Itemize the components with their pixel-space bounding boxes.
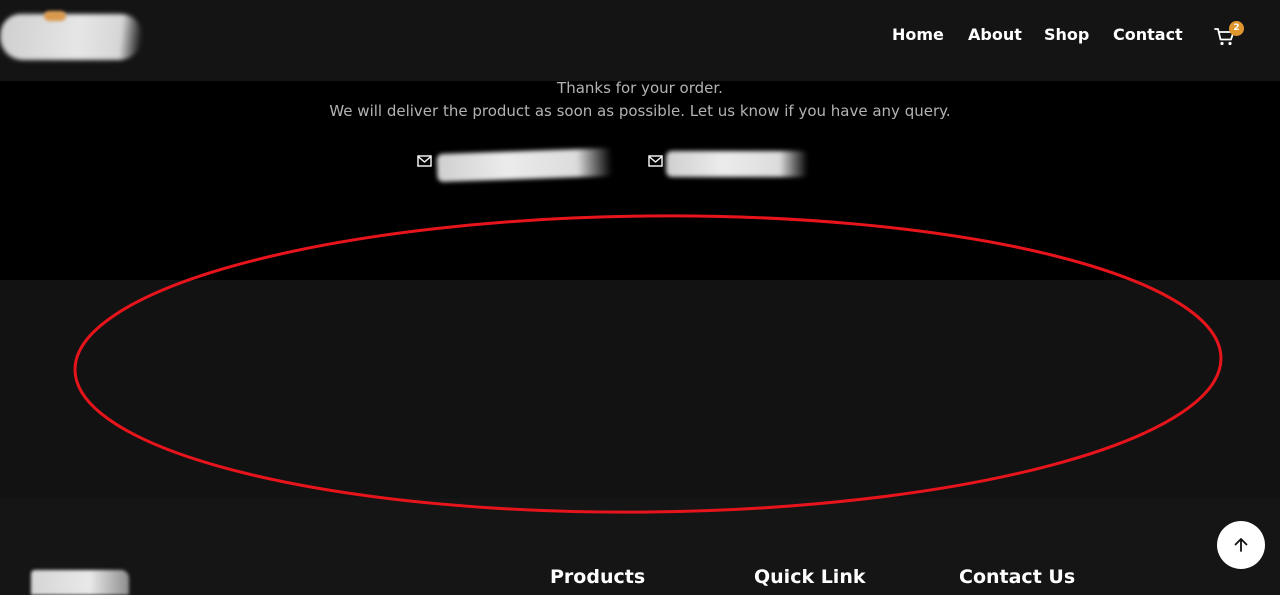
nav-shop-link[interactable]: Shop bbox=[1044, 24, 1089, 46]
contact-email-item[interactable] bbox=[648, 151, 813, 179]
footer-heading-contact-us: Contact Us bbox=[959, 566, 1076, 588]
mail-icon bbox=[417, 155, 432, 167]
footer-heading-products: Products bbox=[550, 566, 646, 588]
scroll-to-top-button[interactable] bbox=[1217, 521, 1265, 569]
redacted-email bbox=[436, 147, 613, 183]
nav-home-link[interactable]: Home bbox=[892, 24, 944, 46]
redacted-email bbox=[666, 151, 808, 177]
delivery-message: We will deliver the product as soon as p… bbox=[329, 102, 951, 120]
order-confirmation-section: Thanks for your order. We will deliver t… bbox=[0, 79, 1280, 280]
contact-email-item[interactable] bbox=[417, 147, 617, 183]
nav-about-link[interactable]: About bbox=[968, 24, 1022, 46]
nav-contact-link[interactable]: Contact bbox=[1113, 24, 1183, 46]
thanks-message: Thanks for your order. bbox=[557, 79, 723, 97]
cart-count-badge: 2 bbox=[1229, 21, 1244, 36]
arrow-up-icon bbox=[1234, 538, 1248, 552]
mail-icon bbox=[648, 155, 663, 167]
site-logo[interactable] bbox=[0, 8, 145, 63]
empty-content-area bbox=[0, 280, 1280, 498]
footer-heading-quick-link: Quick Link bbox=[754, 566, 866, 588]
footer-logo[interactable] bbox=[31, 570, 129, 595]
logo-redacted-mark bbox=[0, 14, 145, 60]
logo-accent bbox=[44, 11, 66, 21]
site-footer: Products Quick Link Contact Us bbox=[0, 498, 1280, 595]
site-header: Home About Shop Contact 2 bbox=[0, 0, 1280, 81]
